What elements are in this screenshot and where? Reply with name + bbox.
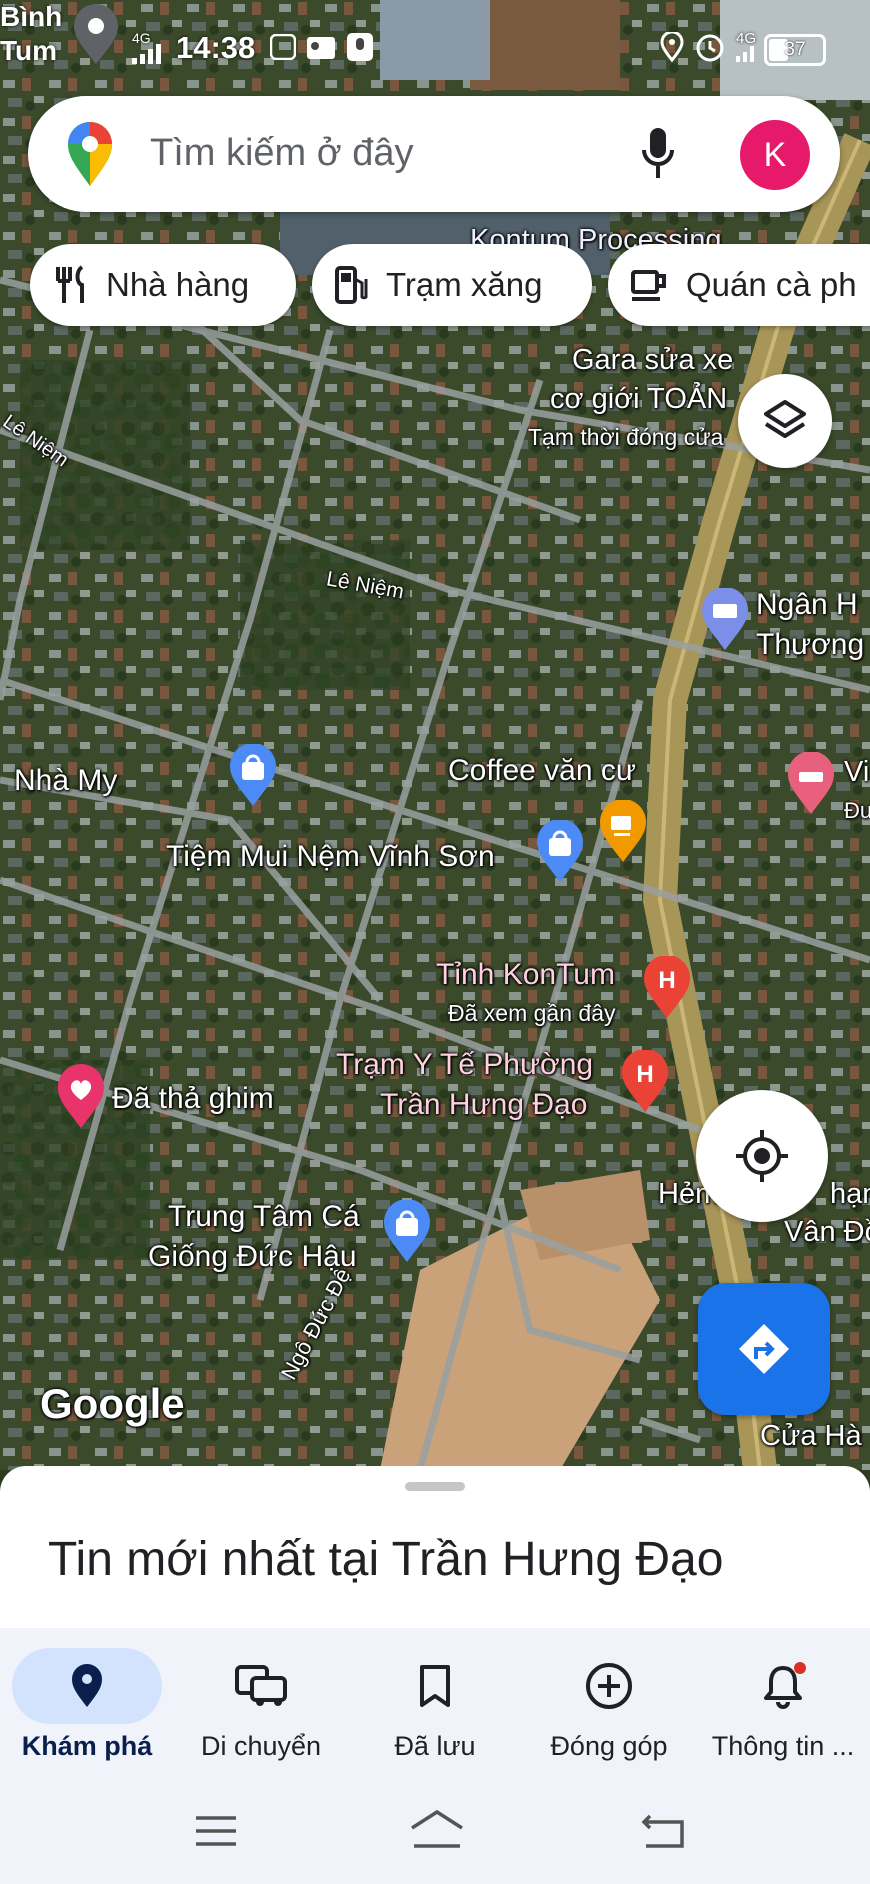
google-maps-logo-icon <box>68 122 112 186</box>
directions-icon <box>739 1324 789 1374</box>
chip-restaurants[interactable]: Nhà hàng <box>30 244 296 326</box>
nav-tab-contribute[interactable]: Đóng góp <box>522 1628 696 1784</box>
system-navigation-bar <box>0 1784 870 1884</box>
status-net-right: 4G <box>736 30 757 47</box>
bank-pin-icon[interactable] <box>700 588 750 652</box>
coffee-icon <box>630 266 668 304</box>
bottom-sheet[interactable]: Tin mới nhất tại Trần Hưng Đạo <box>0 1466 870 1628</box>
status-bar: Bình Tum 4G 14:38 4G 37 <box>0 0 870 96</box>
search-input[interactable]: Tìm kiếm ở đây <box>150 132 414 175</box>
coffee-pin-icon[interactable] <box>598 800 648 864</box>
map-label-coffee[interactable]: Coffee văn cư <box>448 754 636 788</box>
map-imagery <box>0 0 870 1470</box>
commute-icon <box>186 1648 336 1724</box>
chip-label: Trạm xăng <box>386 266 543 303</box>
map-label-cua-ha: Cửa Hà <box>760 1420 862 1452</box>
status-time: 14:38 <box>176 30 256 65</box>
shopping-pin-icon[interactable] <box>228 744 278 808</box>
map-label-garage-status: Tạm thời đóng cửa <box>528 424 724 450</box>
search-bar[interactable]: Tìm kiếm ở đây K <box>28 96 840 212</box>
map-label-hotel-partial-1[interactable]: Vi <box>844 756 869 789</box>
svg-text:H: H <box>658 967 675 994</box>
alarm-icon <box>696 34 724 62</box>
location-status-icon <box>660 32 684 62</box>
battery-level: 37 <box>784 39 806 60</box>
layers-icon <box>764 400 806 438</box>
nav-label: Đã lưu <box>394 1731 476 1761</box>
signal-bars-icon <box>736 46 754 62</box>
my-location-button[interactable] <box>696 1090 828 1222</box>
map-label-health-station-2[interactable]: Trần Hưng Đạo <box>380 1088 587 1122</box>
shopping-pin-icon[interactable] <box>535 820 585 884</box>
map-label-garage-name[interactable]: Gara sửa xe <box>572 344 733 377</box>
home-icon[interactable] <box>408 1808 466 1852</box>
nav-label: Đóng góp <box>550 1731 668 1761</box>
bookmark-icon <box>360 1648 510 1724</box>
shopping-pin-icon[interactable] <box>382 1200 432 1264</box>
contact-card-icon <box>307 37 335 59</box>
map-label-han: hạn <box>830 1178 870 1210</box>
map-label-mattress-shop[interactable]: Tiệm Mui Nệm Vĩnh Sơn <box>166 840 495 874</box>
bottom-navigation: Khám phá Di chuyển Đã lưu Đóng góp Thông… <box>0 1628 870 1784</box>
map-label-bank-2[interactable]: Thương <box>756 628 864 662</box>
map-label-health-station-1[interactable]: Trạm Y Tế Phường <box>336 1048 593 1082</box>
microphone-status-icon <box>347 33 373 61</box>
nav-tab-saved[interactable]: Đã lưu <box>348 1628 522 1784</box>
latest-news-title: Tin mới nhất tại Trần Hưng Đạo <box>48 1533 724 1586</box>
map-label-fish-center-1[interactable]: Trung Tâm Cá <box>168 1200 360 1234</box>
battery-icon: 37 <box>764 34 826 66</box>
nav-tab-explore[interactable]: Khám phá <box>0 1628 174 1784</box>
back-icon[interactable] <box>640 1810 686 1850</box>
my-location-icon <box>736 1130 788 1182</box>
nav-label: Thông tin ... <box>711 1731 855 1761</box>
sheet-drag-handle[interactable] <box>405 1482 465 1491</box>
nav-tab-commute[interactable]: Di chuyển <box>174 1628 348 1784</box>
chip-label: Quán cà ph <box>686 266 857 303</box>
status-location-name: Bình Tum <box>0 1 63 66</box>
map-label-hospital-viewed: Đã xem gần đây <box>448 1000 616 1026</box>
bell-icon <box>708 1648 858 1724</box>
satellite-map[interactable]: Kontum Processing Gara sửa xe cơ giới TO… <box>0 0 870 1470</box>
account-avatar[interactable]: K <box>740 120 810 190</box>
zalo-icon <box>270 34 296 60</box>
map-label-fish-center-2[interactable]: Giống Đức Hậu <box>148 1240 357 1274</box>
hotel-pin-icon[interactable] <box>786 752 836 816</box>
nav-label: Khám phá <box>21 1731 153 1761</box>
google-logo: Google <box>40 1380 185 1427</box>
restaurant-icon <box>52 265 88 305</box>
chip-gas-stations[interactable]: Trạm xăng <box>312 244 592 326</box>
map-label-garage-name-2[interactable]: cơ giới TOẢN <box>550 383 727 416</box>
nav-tab-updates[interactable]: Thông tin ... <box>696 1628 870 1784</box>
layers-button[interactable] <box>738 374 832 468</box>
dropped-pin-heart-icon[interactable] <box>56 1064 106 1130</box>
hospital-pin-icon[interactable]: H <box>642 956 692 1020</box>
hospital-pin-icon[interactable]: H <box>620 1050 670 1114</box>
explore-pin-icon <box>12 1648 162 1724</box>
map-location-icon <box>74 4 118 64</box>
svg-text:H: H <box>636 1061 653 1088</box>
map-label-hotel-partial-2: Đu <box>844 798 870 823</box>
map-label-nha-my[interactable]: Nhà My <box>14 764 117 798</box>
map-label-van-don: Vân Đồn <box>784 1216 870 1248</box>
nav-label: Di chuyển <box>200 1731 322 1761</box>
add-circle-icon <box>534 1648 684 1724</box>
directions-button[interactable] <box>698 1283 830 1415</box>
menu-icon[interactable] <box>194 1814 238 1848</box>
gas-station-icon <box>334 265 368 305</box>
map-label-hospital[interactable]: Tỉnh KonTum <box>436 958 615 992</box>
signal-icon <box>132 44 161 64</box>
map-label-dropped-pin[interactable]: Đã thả ghim <box>112 1082 274 1116</box>
chip-label: Nhà hàng <box>106 266 250 303</box>
map-label-bank-1[interactable]: Ngân H <box>756 588 858 622</box>
chip-coffee[interactable]: Quán cà ph <box>608 244 870 326</box>
microphone-icon[interactable] <box>638 126 678 182</box>
